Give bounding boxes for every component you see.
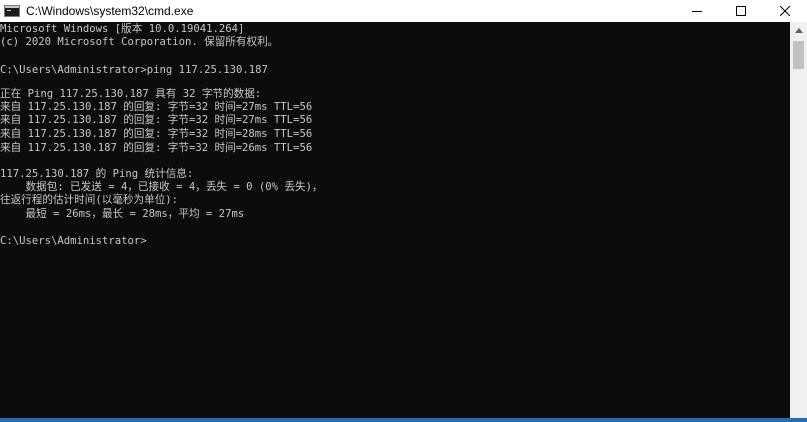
- minimize-button[interactable]: [675, 0, 719, 22]
- console-line: 来自 117.25.130.187 的回复: 字节=32 时间=27ms TTL…: [0, 101, 313, 113]
- console-line: (c) 2020 Microsoft Corporation. 保留所有权利。: [0, 36, 279, 48]
- console-line: 最短 = 26ms，最长 = 28ms，平均 = 27ms: [0, 208, 245, 220]
- console-line: C:\Users\Administrator>ping 117.25.130.1…: [0, 64, 268, 76]
- window-title: C:\Windows\system32\cmd.exe: [26, 4, 194, 18]
- scroll-thumb[interactable]: [793, 41, 804, 69]
- close-button[interactable]: [763, 0, 807, 22]
- console-line: 来自 117.25.130.187 的回复: 字节=32 时间=26ms TTL…: [0, 142, 313, 154]
- console-line: 来自 117.25.130.187 的回复: 字节=32 时间=28ms TTL…: [0, 128, 313, 140]
- cmd-console-icon[interactable]: [4, 5, 20, 17]
- console-line: 往返行程的估计时间(以毫秒为单位):: [0, 194, 179, 206]
- console-line: C:\Users\Administrator>: [0, 235, 147, 247]
- maximize-icon: [736, 6, 746, 16]
- vertical-scrollbar[interactable]: [790, 22, 807, 418]
- title-bar[interactable]: C:\Windows\system32\cmd.exe: [0, 0, 807, 22]
- close-icon: [780, 6, 790, 16]
- console-line: 117.25.130.187 的 Ping 统计信息:: [0, 168, 194, 180]
- window-controls: [675, 0, 807, 22]
- console-line: 数据包: 已发送 = 4，已接收 = 4，丢失 = 0 (0% 丢失)，: [0, 181, 323, 193]
- console-line: 来自 117.25.130.187 的回复: 字节=32 时间=27ms TTL…: [0, 114, 313, 126]
- console-line: 正在 Ping 117.25.130.187 具有 32 字节的数据:: [0, 88, 262, 100]
- cmd-window: C:\Windows\system32\cmd.exe Microsoft Wi…: [0, 0, 807, 422]
- maximize-button[interactable]: [719, 0, 763, 22]
- minimize-icon: [692, 11, 702, 12]
- console-line: Microsoft Windows [版本 10.0.19041.264]: [0, 23, 245, 35]
- window-bottom-border: [0, 418, 807, 422]
- arrow-up-icon: [794, 28, 803, 33]
- console-output[interactable]: Microsoft Windows [版本 10.0.19041.264] (c…: [0, 22, 790, 418]
- scroll-up-button[interactable]: [790, 22, 807, 39]
